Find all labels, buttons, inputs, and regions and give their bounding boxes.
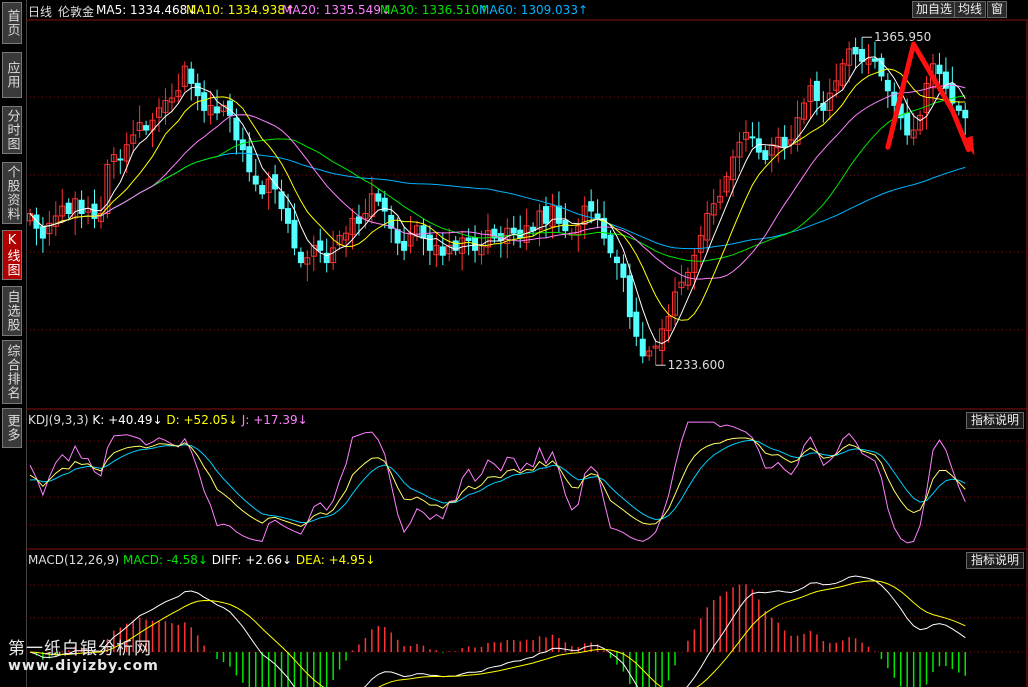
kdj-d-line: [29, 439, 966, 523]
candle-body: [962, 109, 969, 119]
candle-body: [639, 338, 646, 357]
kdj-k-value: K: +40.49↓: [92, 413, 163, 427]
candle-body: [543, 206, 549, 224]
tab-more[interactable]: 更多: [2, 408, 22, 448]
candle-body: [955, 105, 962, 111]
macd-macd-value: MACD: -4.58↓: [122, 553, 208, 567]
tab-apps[interactable]: 应用: [2, 52, 22, 98]
candle-body: [588, 201, 595, 212]
candle-body: [317, 240, 324, 251]
left-sidebar: 首页 应用 分时图 个股资料 K线图 自选股 综合排名 更多: [0, 0, 27, 687]
candle-body: [613, 256, 620, 264]
macd-diff-value: DIFF: +2.66↓: [211, 553, 293, 567]
ma20-line: [29, 84, 966, 280]
candle-body: [375, 193, 382, 202]
candle-body: [594, 213, 601, 219]
candle-body: [762, 150, 769, 160]
candle-body: [884, 79, 891, 92]
candle-body: [465, 237, 472, 242]
candle-body: [39, 226, 46, 239]
candle-body: [607, 234, 614, 254]
candle-body: [252, 175, 259, 185]
candle-body: [852, 47, 859, 55]
candle-body: [117, 158, 124, 161]
tab-profile[interactable]: 个股资料: [2, 162, 22, 224]
candle-body: [439, 246, 446, 256]
macd-dea-value: DEA: +4.95↓: [295, 553, 376, 567]
kdj-d-value: D: +52.05↓: [166, 413, 238, 427]
candle-body: [291, 219, 298, 249]
candle-body: [555, 205, 562, 224]
macd-diff-line: [29, 575, 966, 687]
candle-body: [259, 185, 266, 195]
candle-body: [781, 136, 788, 148]
kline-chart[interactable]: 1365.950 1233.600: [26, 0, 1028, 687]
kdj-j-value: J: +17.39↓: [241, 413, 308, 427]
tab-ranking[interactable]: 综合排名: [2, 340, 22, 404]
candle-body: [278, 191, 285, 210]
tab-watchlist[interactable]: 自选股: [2, 286, 22, 336]
tab-kline[interactable]: K线图: [2, 230, 22, 280]
candle-body: [78, 199, 85, 215]
candle-body: [813, 80, 820, 102]
ma60-line: [29, 152, 966, 250]
candle-body: [226, 100, 233, 116]
candle-body: [188, 68, 195, 84]
kdj-label-row: KDJ(9,3,3) K: +40.49↓ D: +52.05↓ J: +17.…: [28, 413, 308, 427]
candle-body: [297, 251, 304, 264]
ma5-line: [29, 56, 966, 345]
macd-label-row: MACD(12,26,9) MACD: -4.58↓ DIFF: +2.66↓ …: [28, 553, 375, 567]
candle-body: [246, 146, 253, 173]
candle-body: [194, 82, 201, 97]
candle-body: [859, 48, 866, 62]
candle-body: [626, 275, 633, 318]
candle-body: [949, 83, 956, 104]
watermark-title: 第一纸白银分析网: [8, 639, 152, 659]
macd-help-button[interactable]: 指标说明: [965, 552, 1024, 569]
kdj-help-button[interactable]: 指标说明: [965, 412, 1024, 429]
candle-body: [420, 225, 427, 239]
candle-body: [394, 229, 401, 244]
candle-body: [871, 58, 878, 62]
candle-body: [620, 263, 627, 278]
candle-body: [936, 64, 943, 75]
candle-body: [233, 117, 240, 141]
macd-label: MACD(12,26,9): [28, 553, 120, 567]
candle-body: [633, 311, 640, 337]
watermark-url: www.diyizby.com: [8, 658, 159, 674]
tab-home[interactable]: 首页: [2, 2, 22, 44]
tab-intraday[interactable]: 分时图: [2, 106, 22, 154]
candle-body: [214, 106, 221, 114]
candle-body: [510, 227, 517, 234]
candle-body: [904, 112, 911, 136]
low-price-label: 1233.600: [668, 358, 725, 372]
candle-body: [143, 125, 150, 131]
high-price-label: 1365.950: [874, 30, 931, 44]
candle-body: [285, 208, 291, 224]
candle-body: [749, 136, 756, 139]
candle-body: [401, 240, 408, 251]
candle-body: [355, 216, 362, 224]
candle-body: [426, 234, 433, 251]
candle-body: [65, 202, 72, 214]
candle-body: [201, 92, 208, 111]
macd-dea-line: [29, 580, 966, 687]
kdj-label: KDJ(9,3,3): [28, 413, 89, 427]
candle-body: [239, 139, 246, 151]
